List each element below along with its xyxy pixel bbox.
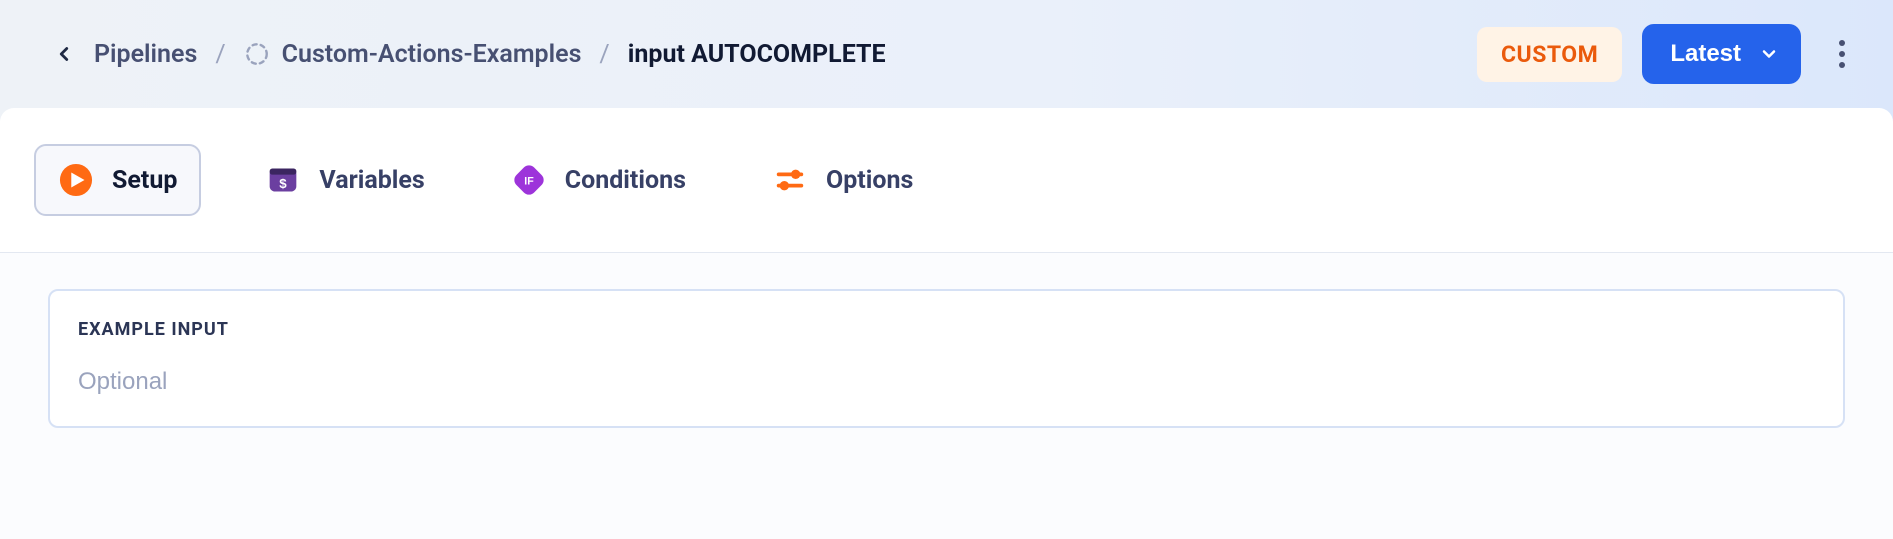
tab-label: Options bbox=[826, 166, 913, 195]
chevron-down-icon bbox=[1759, 44, 1779, 64]
top-bar-actions: CUSTOM Latest bbox=[1477, 24, 1863, 84]
svg-text:IF: IF bbox=[524, 175, 534, 187]
breadcrumb-project[interactable]: Custom-Actions-Examples bbox=[244, 40, 582, 69]
content-panel: EXAMPLE INPUT bbox=[0, 253, 1893, 539]
svg-text:$: $ bbox=[280, 176, 288, 191]
tab-label: Conditions bbox=[565, 166, 686, 195]
example-input-field[interactable] bbox=[78, 368, 1815, 396]
kebab-icon bbox=[1838, 39, 1846, 69]
example-input-card: EXAMPLE INPUT bbox=[48, 289, 1845, 428]
more-menu-button[interactable] bbox=[1821, 33, 1863, 75]
breadcrumb-separator: / bbox=[599, 40, 609, 69]
breadcrumb-separator: / bbox=[215, 40, 225, 69]
play-icon bbox=[58, 162, 94, 198]
breadcrumb: Pipelines / Custom-Actions-Examples / in… bbox=[94, 40, 1463, 69]
tab-setup[interactable]: Setup bbox=[34, 144, 201, 216]
breadcrumb-current: input AUTOCOMPLETE bbox=[628, 40, 886, 69]
back-button[interactable] bbox=[48, 38, 80, 70]
breadcrumb-project-label: Custom-Actions-Examples bbox=[282, 40, 582, 69]
tab-options[interactable]: Options bbox=[750, 146, 935, 214]
breadcrumb-root[interactable]: Pipelines bbox=[94, 40, 197, 69]
top-bar: Pipelines / Custom-Actions-Examples / in… bbox=[0, 0, 1893, 108]
tab-variables[interactable]: $ Variables bbox=[243, 146, 446, 214]
tab-strip: Setup $ Variables IF Conditions bbox=[0, 108, 1893, 253]
chevron-left-icon bbox=[53, 43, 75, 65]
example-input-label: EXAMPLE INPUT bbox=[78, 319, 1815, 340]
pipeline-placeholder-icon bbox=[244, 41, 270, 67]
tab-label: Setup bbox=[112, 166, 177, 195]
variables-icon: $ bbox=[265, 162, 301, 198]
tab-conditions[interactable]: IF Conditions bbox=[489, 146, 708, 214]
tab-label: Variables bbox=[319, 166, 424, 195]
latest-button-label: Latest bbox=[1670, 40, 1741, 68]
latest-dropdown-button[interactable]: Latest bbox=[1642, 24, 1801, 84]
options-icon bbox=[772, 162, 808, 198]
conditions-icon: IF bbox=[511, 162, 547, 198]
custom-badge: CUSTOM bbox=[1477, 27, 1622, 82]
